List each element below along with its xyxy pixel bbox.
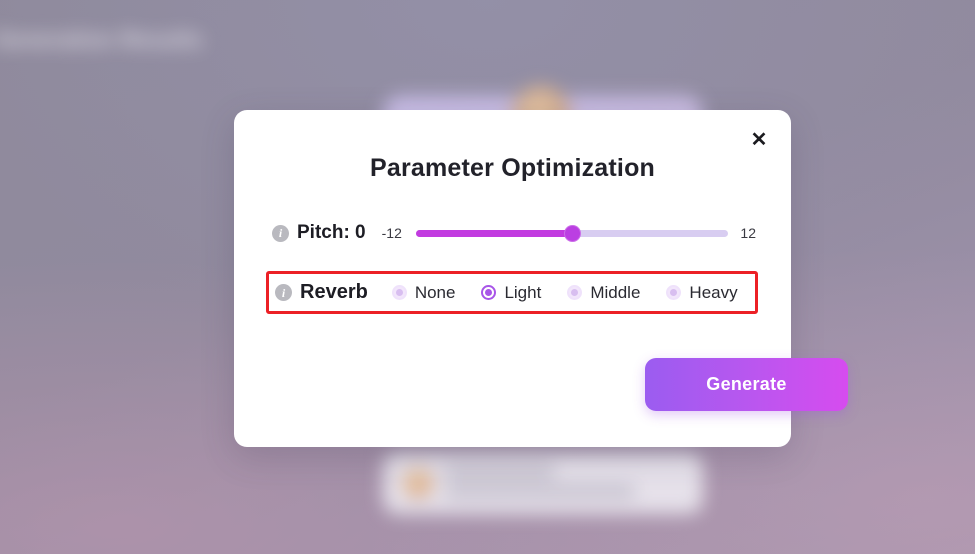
reverb-option-label: None — [414, 282, 456, 302]
reverb-option-none[interactable]: None — [391, 282, 456, 303]
reverb-option-middle[interactable]: Middle — [567, 283, 640, 303]
info-icon[interactable]: i — [275, 284, 292, 301]
background-card-title-line — [445, 466, 555, 477]
radio-icon — [391, 285, 407, 300]
pitch-slider-fill — [415, 229, 573, 237]
background-page-heading: Generation Results — [0, 27, 203, 52]
close-icon[interactable]: ✕ — [741, 122, 777, 158]
reverb-option-label: Middle — [590, 282, 641, 302]
pitch-parameter-row: i Pitch: 0 -12 12 — [272, 218, 756, 248]
reverb-option-heavy[interactable]: Heavy — [666, 282, 738, 303]
radio-icon — [567, 285, 583, 300]
background-avatar-bottom — [403, 468, 433, 498]
reverb-label: Reverb — [300, 281, 368, 303]
pitch-max-label: 12 — [740, 225, 756, 241]
pitch-label: Pitch: 0 — [297, 222, 366, 243]
pitch-slider[interactable] — [415, 224, 729, 242]
pitch-min-label: -12 — [381, 225, 402, 241]
reverb-option-label: Light — [504, 282, 542, 302]
background-card-subtitle-line — [445, 486, 635, 497]
dialog-title: Parameter Optimization — [369, 154, 656, 182]
radio-selected-icon — [481, 285, 497, 300]
generate-button[interactable]: Generate — [645, 358, 848, 411]
parameter-optimization-dialog: ✕ Parameter Optimization i Pitch: 0 -12 … — [234, 110, 848, 447]
pitch-slider-thumb[interactable] — [563, 224, 581, 242]
reverb-option-light[interactable]: Light — [481, 283, 541, 303]
reverb-radio-group: None Light Middle Heavy — [391, 282, 738, 303]
reverb-option-label: Heavy — [689, 282, 738, 302]
reverb-parameter-row: i Reverb None Light Middle Heavy — [266, 271, 758, 314]
info-icon[interactable]: i — [272, 224, 289, 242]
radio-icon — [666, 285, 682, 300]
